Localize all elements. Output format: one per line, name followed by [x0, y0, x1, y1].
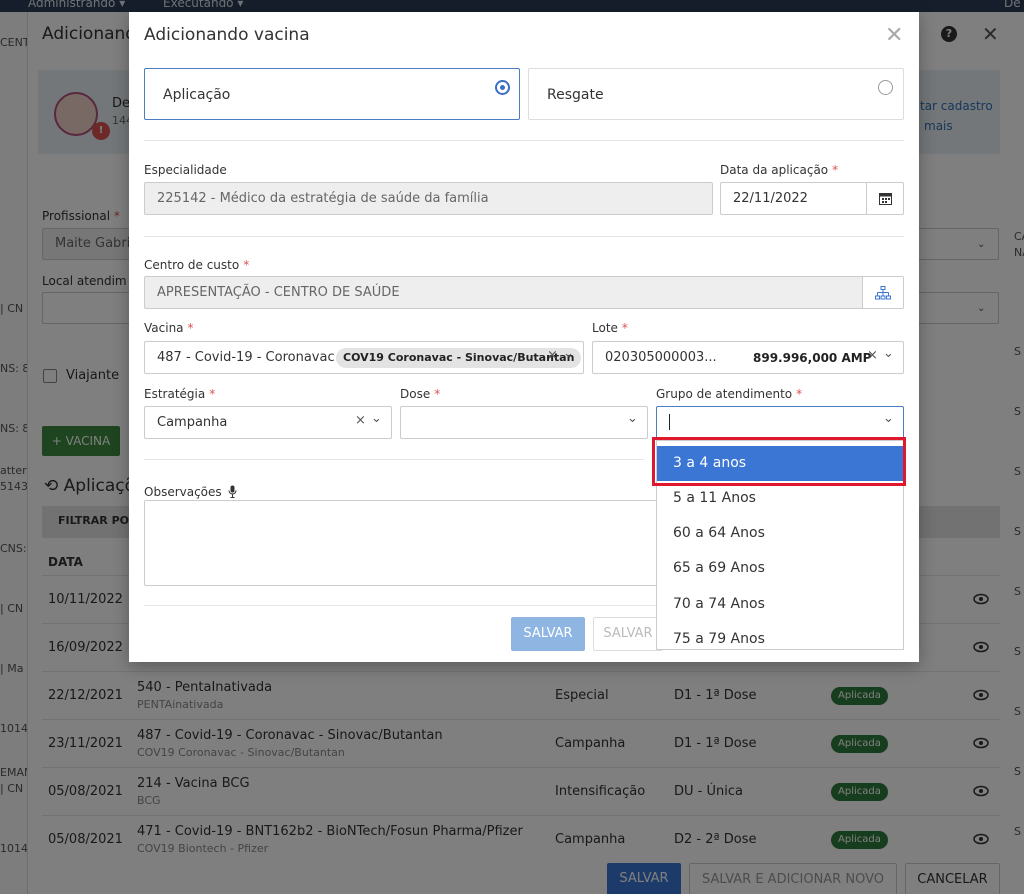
lote-value: 020305000003... [605, 350, 717, 365]
data-aplicacao-input[interactable]: 22/11/2022 [720, 182, 867, 215]
vacina-value: 487 - Covid-19 - Coronavac - [157, 350, 344, 365]
dose-select[interactable] [400, 406, 648, 439]
clear-icon[interactable]: × [355, 413, 366, 428]
dropdown-option[interactable]: 60 a 64 Anos [657, 516, 903, 551]
selection-highlight-box [652, 437, 906, 486]
calendar-icon[interactable] [866, 182, 904, 215]
centro-custo-label: Centro de custo * [144, 258, 250, 272]
clear-icon[interactable]: × [867, 348, 878, 363]
centro-custo-field: APRESENTAÇÃO - CENTRO DE SAÚDE [144, 276, 863, 309]
observacoes-label: Observações [144, 483, 237, 499]
vacina-label: Vacina * [144, 321, 194, 335]
modal-salvar-adicionar-button[interactable]: SALVAR [593, 617, 663, 651]
estrategia-value: Campanha [157, 415, 228, 430]
chevron-down-icon[interactable]: ⌄ [563, 346, 574, 361]
especialidade-label: Especialidade [144, 163, 227, 177]
modal-title: Adicionando vacina [144, 25, 310, 45]
dropdown-option[interactable]: 75 a 79 Anos [657, 622, 903, 649]
divider [144, 236, 904, 237]
grupo-atendimento-select[interactable] [656, 406, 904, 439]
radio-aplicacao[interactable] [495, 80, 510, 95]
dose-label: Dose * [400, 387, 441, 401]
data-aplicacao-label: Data da aplicação * [720, 163, 839, 177]
modal-salvar-button[interactable]: SALVAR [511, 617, 585, 651]
observacoes-textarea[interactable] [144, 500, 659, 586]
estrategia-label: Estratégia * [144, 387, 216, 401]
grupo-atendimento-label: Grupo de atendimento * [656, 387, 803, 401]
tab-aplicacao[interactable]: Aplicação [144, 68, 520, 120]
chevron-down-icon[interactable]: ⌄ [371, 411, 382, 426]
lote-amount: 899.996,000 AMP [753, 351, 872, 365]
radio-resgate[interactable] [878, 80, 893, 95]
divider [144, 459, 644, 460]
dropdown-option[interactable]: 65 a 69 Anos [657, 551, 903, 586]
dropdown-option[interactable]: 70 a 74 Anos [657, 587, 903, 622]
chevron-down-icon[interactable]: ⌄ [883, 411, 894, 426]
text-cursor [669, 414, 670, 430]
especialidade-field: 225142 - Médico da estratégia de saúde d… [144, 182, 713, 215]
close-icon[interactable]: ✕ [885, 23, 903, 48]
tab-resgate[interactable]: Resgate [528, 68, 904, 120]
microphone-icon[interactable] [228, 485, 237, 498]
divider [144, 140, 904, 141]
lote-label: Lote * [592, 321, 628, 335]
chevron-down-icon[interactable]: ⌄ [627, 411, 638, 426]
chevron-down-icon[interactable]: ⌄ [883, 346, 894, 361]
vacina-chip: COV19 Coronavac - Sinovac/Butantan [336, 348, 582, 368]
clear-icon[interactable]: × [547, 348, 558, 363]
hierarchy-icon[interactable] [862, 276, 904, 309]
dropdown-option[interactable]: 5 a 11 Anos [657, 481, 903, 516]
